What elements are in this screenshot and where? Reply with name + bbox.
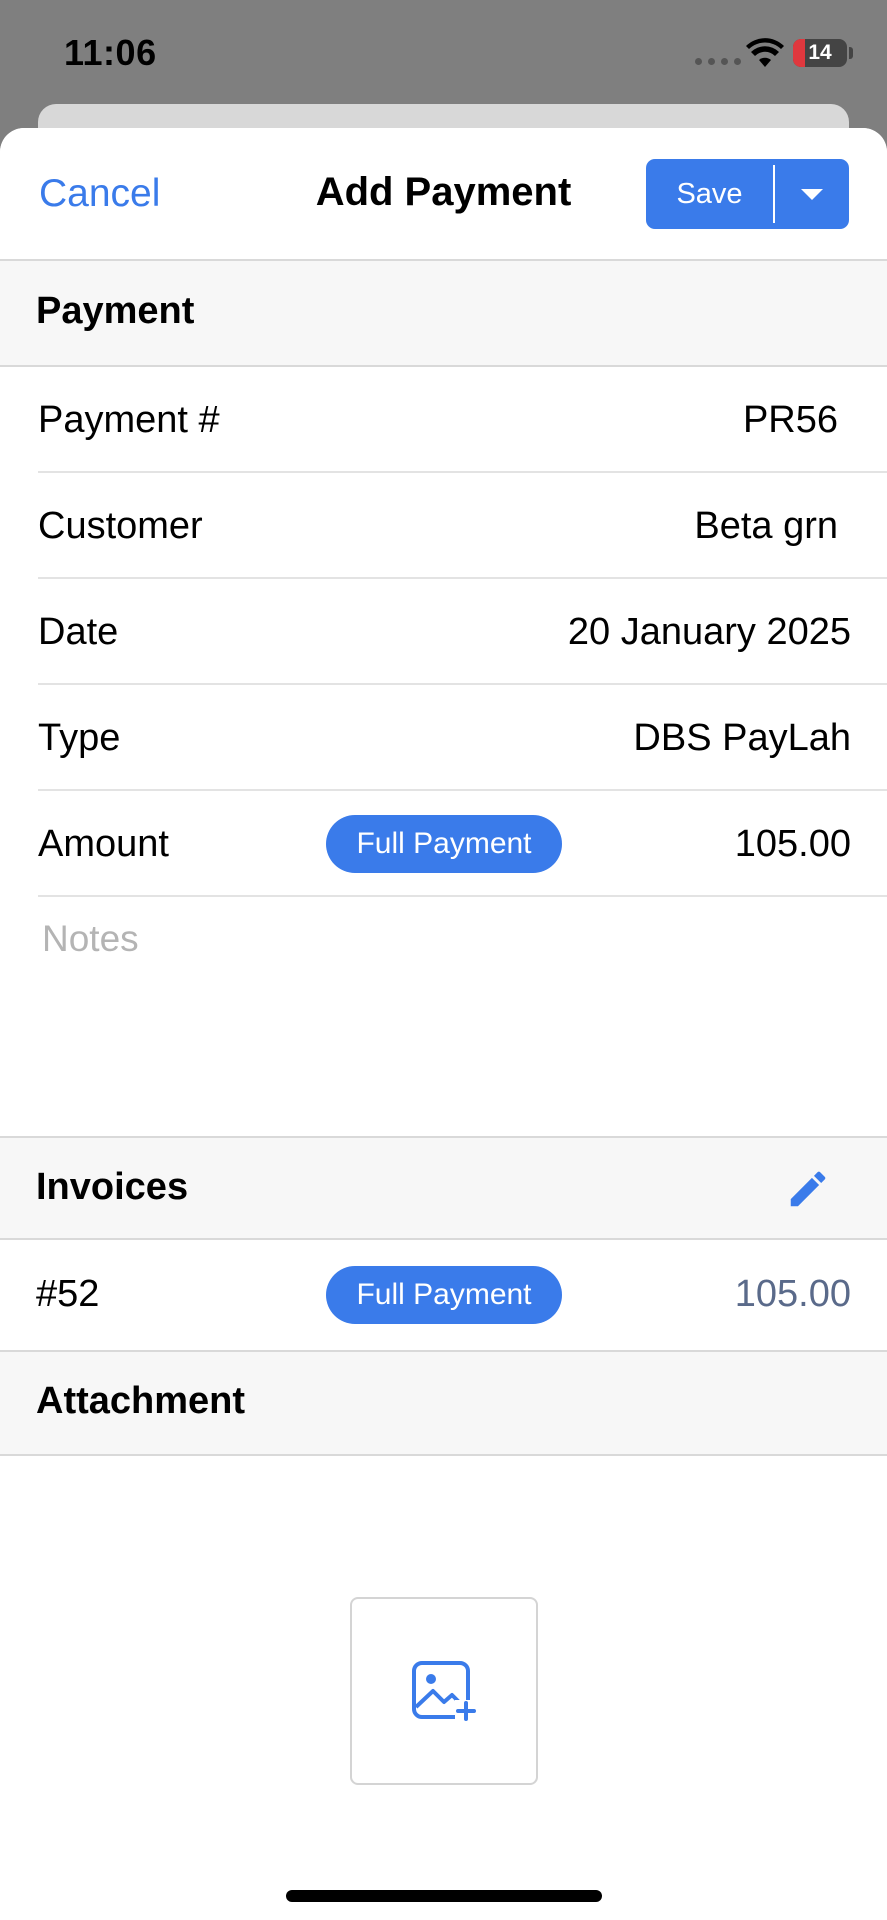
full-payment-button[interactable]: Full Payment <box>326 815 562 873</box>
amount-row: Amount Full Payment 105.00 <box>0 791 887 897</box>
date-label: Date <box>38 611 119 653</box>
attachment-section-title: Attachment <box>36 1380 246 1422</box>
cellular-signal-icon <box>695 58 741 65</box>
save-button[interactable]: Save <box>646 178 773 211</box>
invoice-amount: 105.00 <box>734 1273 851 1315</box>
customer-row[interactable]: Customer Beta grn <box>0 473 887 579</box>
status-time: 11:06 <box>64 32 157 73</box>
edit-pencil-icon[interactable] <box>785 1166 831 1212</box>
invoices-section-header: Invoices <box>0 1136 887 1240</box>
amount-label: Amount <box>38 823 169 865</box>
invoice-number: #52 <box>36 1273 100 1315</box>
payment-number-value: PR56 <box>742 399 838 441</box>
customer-value: Beta grn <box>694 505 838 547</box>
home-indicator <box>286 1890 602 1902</box>
wifi-icon <box>746 38 784 67</box>
payment-section-header: Payment <box>0 261 887 367</box>
invoice-row[interactable]: #52 Full Payment 105.00 <box>0 1240 887 1350</box>
payment-number-label: Payment # <box>38 399 220 441</box>
add-payment-sheet: Cancel Add Payment Save Payment Payment … <box>0 128 887 1920</box>
battery-cap <box>849 47 853 59</box>
amount-input[interactable]: 105.00 <box>735 823 851 866</box>
type-value: DBS PayLah <box>633 717 851 759</box>
battery-level: 14 <box>808 41 832 64</box>
save-button-group: Save <box>646 159 849 229</box>
payment-section-title: Payment <box>36 290 195 332</box>
status-bar: 11:06 14 <box>0 0 887 110</box>
row-divider <box>38 895 887 897</box>
type-row[interactable]: Type DBS PayLah <box>0 685 887 791</box>
invoices-section-title: Invoices <box>36 1166 189 1208</box>
type-label: Type <box>38 717 121 759</box>
payment-number-row[interactable]: Payment # PR56 <box>0 367 887 473</box>
invoice-full-payment-button[interactable]: Full Payment <box>326 1266 562 1324</box>
add-image-icon <box>412 1661 477 1722</box>
battery-icon: 14 <box>793 39 847 67</box>
customer-label: Customer <box>38 505 203 547</box>
caret-down-icon <box>801 188 823 200</box>
add-attachment-button[interactable] <box>350 1597 538 1785</box>
save-options-button[interactable] <box>775 159 849 229</box>
date-value: 20 January 2025 <box>567 611 851 653</box>
cancel-button[interactable]: Cancel <box>39 172 160 216</box>
attachment-section-header: Attachment <box>0 1350 887 1456</box>
navigation-bar: Cancel Add Payment Save <box>0 128 887 261</box>
notes-field[interactable]: Notes <box>42 918 139 960</box>
date-row[interactable]: Date 20 January 2025 <box>0 579 887 685</box>
